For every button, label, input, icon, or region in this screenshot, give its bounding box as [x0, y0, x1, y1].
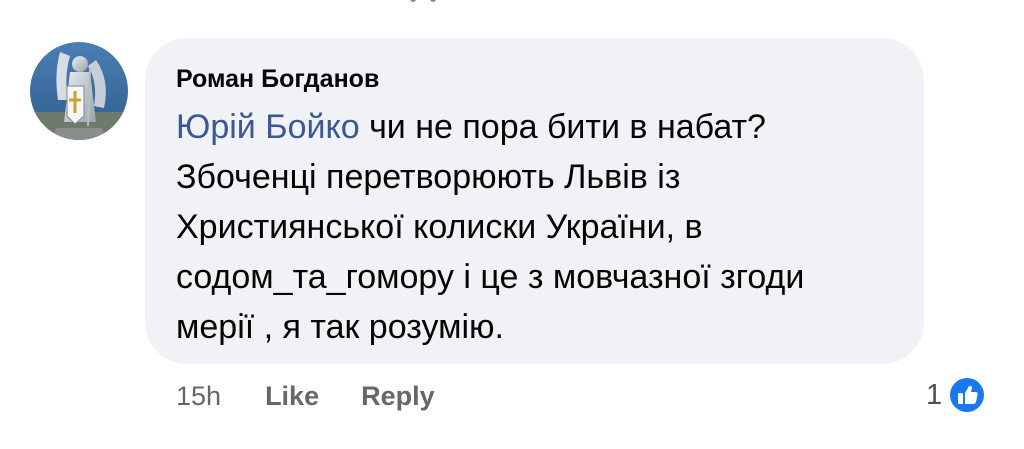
avatar-image [30, 42, 128, 140]
reaction-count: 1 [926, 378, 943, 411]
comment-line: чи не пора бити в набат? [359, 108, 766, 146]
reply-button[interactable]: Reply [361, 381, 435, 412]
thumbs-up-icon [950, 378, 985, 412]
previous-comment-fragment [410, 0, 460, 6]
comment-line: Християнської колиски України, в [176, 208, 703, 246]
comment-bubble: Роман Богданов Юрій Бойко чи не пора бит… [145, 38, 924, 364]
avatar[interactable] [30, 42, 128, 140]
comment-line: содом_та_гомору і це з мовчазної згоди [176, 258, 805, 296]
mention-link[interactable]: Юрій Бойко [176, 108, 360, 146]
like-reaction-badge [947, 375, 988, 415]
comment-actions: 15h Like Reply [176, 378, 477, 414]
comment-line: мерії , я так розумію. [176, 308, 504, 346]
author-name[interactable]: Роман Богданов [176, 64, 904, 94]
comment-text: Юрій Бойко чи не пора бити в набат? Збоче… [176, 102, 904, 352]
glyph-fragment [430, 0, 436, 2]
comment-line: Збоченці перетворюють Львів із [176, 158, 681, 196]
timestamp[interactable]: 15h [176, 381, 221, 412]
reaction-summary[interactable]: 1 [926, 374, 988, 416]
like-button[interactable]: Like [265, 381, 319, 412]
glyph-fragment [410, 0, 416, 2]
